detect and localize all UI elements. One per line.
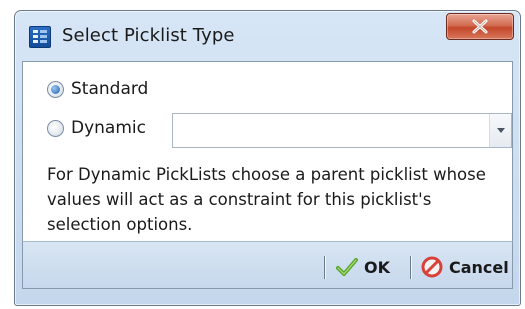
ok-button[interactable]: OK <box>336 253 390 281</box>
dropdown-arrow-button[interactable] <box>489 114 511 147</box>
separator <box>324 256 326 279</box>
ok-label: OK <box>364 257 390 277</box>
dialog-title: Select Picklist Type <box>62 25 235 46</box>
dynamic-radio[interactable] <box>47 120 64 137</box>
dynamic-info-text: For Dynamic PickLists choose a parent pi… <box>47 165 486 234</box>
picklist-app-icon <box>29 26 51 48</box>
dynamic-label[interactable]: Dynamic <box>71 118 146 138</box>
checkmark-icon <box>336 258 358 276</box>
parent-picklist-dropdown[interactable] <box>172 113 512 148</box>
parent-picklist-input[interactable] <box>173 114 489 147</box>
cancel-icon <box>421 256 443 278</box>
separator <box>410 256 412 279</box>
dialog-content: Standard Dynamic For Dynamic PickLists c… <box>22 61 513 241</box>
button-bar: OK Cancel <box>22 241 513 289</box>
cancel-button[interactable]: Cancel <box>421 253 509 281</box>
close-icon <box>472 19 488 34</box>
standard-radio[interactable] <box>47 81 64 98</box>
standard-label[interactable]: Standard <box>71 79 148 99</box>
title-bar[interactable]: Select Picklist Type <box>15 11 520 59</box>
chevron-down-icon <box>497 128 505 133</box>
close-button[interactable] <box>446 13 514 40</box>
cancel-label: Cancel <box>449 257 509 277</box>
dialog-window: Select Picklist Type Standard Dynamic Fo… <box>14 10 521 306</box>
